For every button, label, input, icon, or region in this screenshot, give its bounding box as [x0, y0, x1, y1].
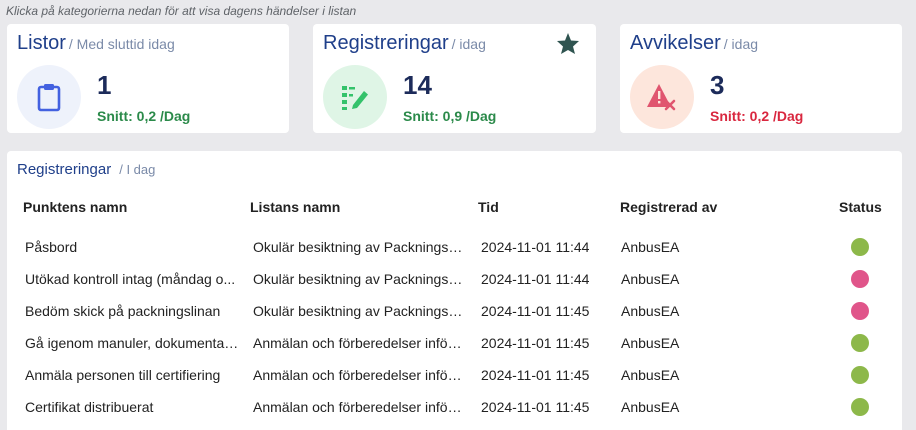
cell-list: Okulär besiktning av Packningsli... — [253, 271, 463, 287]
column-header-time[interactable]: Tid — [478, 199, 499, 215]
registreringar-average: Snitt: 0,9 /Dag — [403, 108, 497, 124]
table-row[interactable]: Bedöm skick på packningslinan Okulär bes… — [7, 297, 902, 327]
column-header-list[interactable]: Listans namn — [250, 199, 340, 215]
cell-list: Okulär besiktning av Packningsli... — [253, 239, 463, 255]
status-dot — [851, 238, 869, 256]
cell-registered-by: AnbusEA — [621, 399, 680, 415]
cell-name: Gå igenom manuler, dokumentati... — [25, 335, 239, 351]
table-row[interactable]: Gå igenom manuler, dokumentati... Anmäla… — [7, 329, 902, 359]
card-title-main: Avvikelser — [630, 32, 721, 54]
table-row[interactable]: Certifikat distribuerat Anmälan och förb… — [7, 393, 902, 423]
status-dot — [851, 366, 869, 384]
cell-time: 2024-11-01 11:45 — [481, 399, 590, 415]
table-row[interactable]: Påsbord Okulär besiktning av Packningsli… — [7, 233, 902, 263]
card-title-main: Listor — [17, 32, 66, 54]
cell-registered-by: AnbusEA — [621, 239, 680, 255]
cell-name: Certifikat distribuerat — [25, 399, 154, 415]
card-avvikelser[interactable]: Avvikelser / idag 3 Snitt: 0,2 /Dag — [620, 24, 902, 133]
icon-circle — [17, 65, 81, 129]
status-dot — [851, 334, 869, 352]
registrations-panel: Registreringar / I dag Punktens namn List… — [7, 151, 902, 430]
card-registreringar[interactable]: Registreringar / idag 14 Snitt: 0,9 /Dag — [313, 24, 596, 133]
avvikelser-count: 3 — [710, 70, 725, 100]
hint-text: Klicka på kategorierna nedan för att vis… — [6, 4, 357, 18]
card-title-main: Registreringar — [323, 32, 449, 54]
status-dot — [851, 302, 869, 320]
cell-list: Okulär besiktning av Packningsli... — [253, 303, 463, 319]
star-icon[interactable] — [556, 32, 580, 55]
cell-time: 2024-11-01 11:45 — [481, 303, 590, 319]
panel-title-sub: / I dag — [119, 162, 156, 177]
card-title: Registreringar / idag — [323, 32, 486, 55]
cell-time: 2024-11-01 11:45 — [481, 367, 590, 383]
column-header-status[interactable]: Status — [839, 199, 882, 215]
icon-circle — [630, 65, 694, 129]
listor-count: 1 — [97, 70, 112, 100]
cell-name: Anmäla personen till certifiering — [25, 367, 221, 383]
cell-time: 2024-11-01 11:44 — [481, 271, 590, 287]
status-dot — [851, 398, 869, 416]
cell-name: Påsbord — [25, 239, 78, 255]
card-listor[interactable]: Listor / Med sluttid idag 1 Snitt: 0,2 /D… — [7, 24, 289, 133]
listor-average: Snitt: 0,2 /Dag — [97, 108, 191, 124]
cell-time: 2024-11-01 11:44 — [481, 239, 590, 255]
cell-registered-by: AnbusEA — [621, 367, 680, 383]
clipboard-icon — [37, 84, 61, 112]
card-title-sub: / idag — [723, 36, 759, 52]
status-dot — [851, 270, 869, 288]
card-title-sub: / idag — [451, 36, 486, 52]
cell-list: Anmälan och förberedelser inför ... — [253, 399, 463, 415]
registreringar-count: 14 — [403, 70, 432, 100]
cell-list: Anmälan och förberedelser inför ... — [253, 367, 463, 383]
panel-title-main: Registreringar — [17, 161, 112, 178]
table-row[interactable]: Utökad kontroll intag (måndag o... Okulä… — [7, 265, 902, 295]
card-title: Avvikelser / idag — [630, 32, 758, 55]
cell-name: Bedöm skick på packningslinan — [25, 303, 221, 319]
avvikelser-average: Snitt: 0,2 /Dag — [710, 108, 804, 124]
card-title-sub: / Med sluttid idag — [68, 36, 175, 52]
column-header-registered-by[interactable]: Registrerad av — [620, 199, 717, 215]
card-title: Listor / Med sluttid idag — [17, 32, 175, 55]
table-row[interactable]: Anmäla personen till certifiering Anmäla… — [7, 361, 902, 391]
cell-name: Utökad kontroll intag (måndag o... — [25, 271, 236, 287]
cell-registered-by: AnbusEA — [621, 271, 680, 287]
cell-time: 2024-11-01 11:45 — [481, 335, 590, 351]
cell-registered-by: AnbusEA — [621, 335, 680, 351]
cell-registered-by: AnbusEA — [621, 303, 680, 319]
panel-title: Registreringar / I dag — [17, 161, 155, 179]
icon-circle — [323, 65, 387, 129]
column-header-name[interactable]: Punktens namn — [23, 199, 127, 215]
warning-x-icon — [647, 84, 676, 111]
checklist-edit-icon — [342, 86, 368, 110]
cell-list: Anmälan och förberedelser inför ... — [253, 335, 463, 351]
